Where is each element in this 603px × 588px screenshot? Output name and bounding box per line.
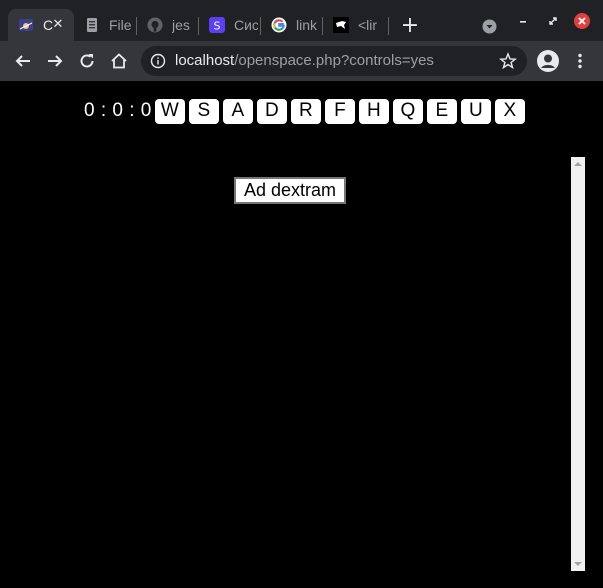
bird-icon	[333, 17, 349, 33]
close-window-button[interactable]	[573, 12, 591, 30]
tab-file[interactable]: File	[74, 9, 137, 41]
page-viewport: 0 : 0 : 0 W S A D R F H Q E U X Ad dextr…	[0, 81, 603, 588]
profile-button[interactable]	[534, 47, 562, 75]
star-icon[interactable]	[499, 52, 517, 70]
url-text: localhost/openspace.php?controls=yes	[175, 52, 434, 69]
control-button-r[interactable]: R	[290, 98, 321, 124]
ad-dextram-button[interactable]: Ad dextram	[234, 177, 346, 204]
control-button-a[interactable]: A	[222, 98, 253, 124]
control-button-s[interactable]: S	[188, 98, 219, 124]
url-path: /openspace.php?controls=yes	[234, 52, 434, 69]
new-tab-button[interactable]: +	[398, 13, 422, 38]
tab-strip: C ✕ File jes S Сис link <lir +	[0, 0, 603, 41]
control-button-x[interactable]: X	[494, 98, 525, 124]
address-bar[interactable]: localhost/openspace.php?controls=yes	[141, 46, 527, 76]
info-icon[interactable]	[150, 53, 166, 69]
control-bar: 0 : 0 : 0 W S A D R F H Q E U X	[82, 98, 529, 124]
forward-button[interactable]	[41, 47, 69, 75]
control-button-d[interactable]: D	[256, 98, 287, 124]
tab-title: link	[296, 17, 318, 33]
control-button-w[interactable]: W	[154, 98, 185, 124]
arrow-left-icon	[15, 55, 30, 67]
close-icon	[574, 13, 590, 29]
scroll-up-icon[interactable]	[574, 162, 582, 166]
reload-button[interactable]	[73, 47, 101, 75]
s-badge-icon: S	[209, 17, 225, 33]
chevron-down-icon	[482, 19, 496, 33]
browser-toolbar: localhost/openspace.php?controls=yes	[0, 41, 603, 81]
tab-link[interactable]: <lir	[323, 9, 389, 41]
tab-system[interactable]: S Сис	[199, 9, 261, 41]
vertical-scrollbar[interactable]	[571, 157, 585, 571]
home-icon	[111, 53, 127, 69]
avatar-icon	[537, 50, 559, 72]
tab-title: <lir	[358, 17, 378, 33]
tab-title: jes	[172, 17, 190, 33]
minimize-icon	[520, 21, 526, 23]
space-icon	[18, 17, 34, 33]
arrow-right-icon	[48, 55, 63, 67]
tab-title: Сис	[234, 17, 258, 33]
tab-search-button[interactable]	[480, 17, 498, 35]
google-icon	[271, 17, 287, 33]
restore-button[interactable]	[546, 14, 560, 28]
kebab-menu-icon	[578, 53, 582, 69]
control-button-h[interactable]: H	[358, 98, 389, 124]
control-button-q[interactable]: Q	[392, 98, 423, 124]
tab-separator	[388, 17, 389, 35]
menu-button[interactable]	[566, 47, 594, 75]
back-button[interactable]	[9, 47, 37, 75]
tab-title: File	[109, 17, 132, 33]
tab-github[interactable]: jes	[137, 9, 199, 41]
control-button-f[interactable]: F	[324, 98, 355, 124]
close-icon[interactable]: ✕	[50, 17, 66, 33]
restore-icon	[549, 17, 557, 25]
github-icon	[147, 17, 163, 33]
control-button-u[interactable]: U	[460, 98, 491, 124]
timer-display: 0 : 0 : 0	[84, 100, 152, 121]
svg-text:S: S	[214, 20, 221, 33]
tab-google[interactable]: link	[261, 9, 323, 41]
file-icon	[84, 17, 100, 33]
reload-icon	[80, 54, 94, 68]
url-host: localhost	[175, 52, 235, 69]
scroll-down-icon[interactable]	[574, 562, 582, 566]
control-button-e[interactable]: E	[426, 98, 457, 124]
minimize-button[interactable]	[516, 14, 530, 28]
tab-openspace[interactable]: C ✕	[8, 9, 74, 41]
home-button[interactable]	[105, 47, 133, 75]
